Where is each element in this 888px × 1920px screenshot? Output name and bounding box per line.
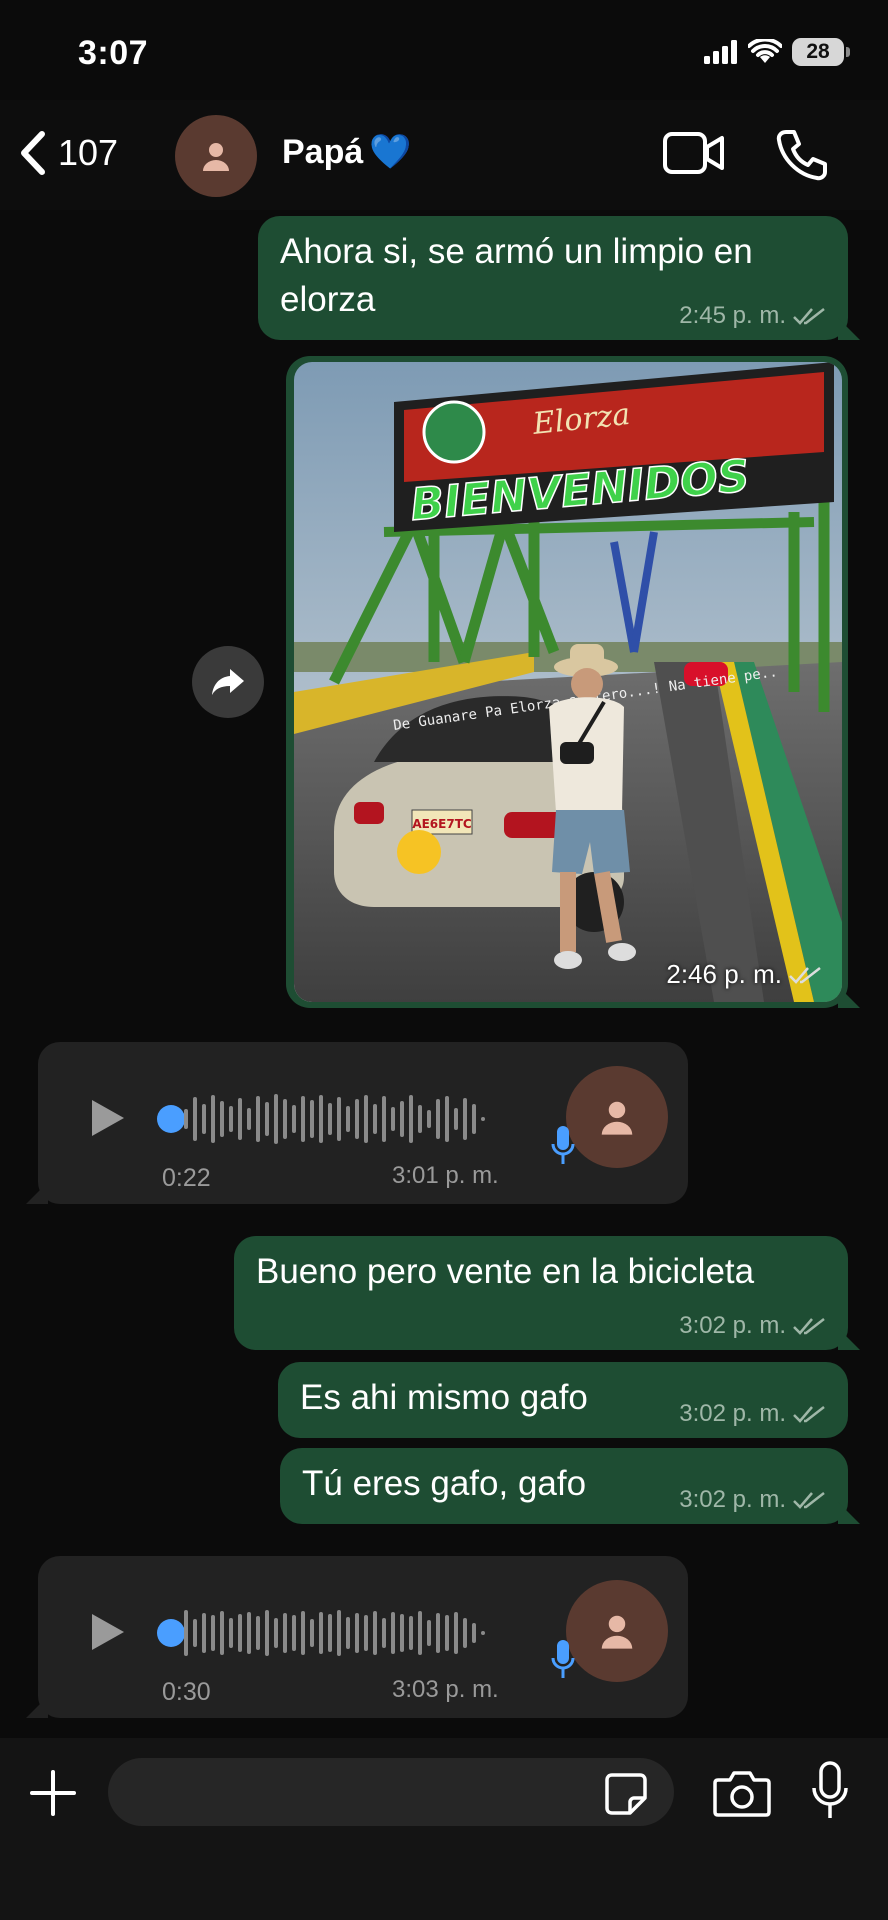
- message-time: 2:45 p. m.: [679, 302, 786, 329]
- signal-icon: [704, 40, 737, 64]
- message-time: 3:03 p. m.: [392, 1676, 499, 1703]
- mic-icon: [551, 1126, 575, 1164]
- phone-icon[interactable]: [774, 128, 828, 182]
- voice-waveform: [184, 1606, 485, 1660]
- message-text: Bueno pero vente en la bicicleta: [256, 1252, 755, 1291]
- message-text: Tú eres gafo, gafo: [302, 1464, 587, 1503]
- voice-scrubber[interactable]: [157, 1614, 185, 1647]
- message-time: 3:01 p. m.: [392, 1162, 499, 1189]
- voice-message-bubble[interactable]: 0:30 3:03 p. m.: [26, 1556, 688, 1718]
- message-input[interactable]: [108, 1758, 674, 1826]
- message-bubble[interactable]: Es ahi mismo gafo 3:02 p. m.: [278, 1362, 848, 1438]
- sender-avatar: [566, 1580, 668, 1682]
- contact-name: Papá: [282, 132, 364, 171]
- person-icon: [203, 143, 229, 171]
- message-meta: 3:02 p. m.: [679, 1312, 826, 1340]
- wifi-icon: [748, 39, 782, 63]
- license-plate: AE6E7TC: [412, 817, 472, 831]
- contact-avatar[interactable]: [175, 115, 257, 197]
- message-bubble[interactable]: Ahora si, se armó un limpio en elorza 2:…: [258, 216, 860, 340]
- mic-icon[interactable]: [810, 1760, 850, 1822]
- read-receipt-icon: [793, 308, 825, 325]
- contact-name-button[interactable]: Papá 💙: [282, 132, 412, 172]
- message-meta: 3:02 p. m.: [679, 1400, 826, 1428]
- person-icon: [601, 1615, 633, 1649]
- forward-button[interactable]: [192, 646, 264, 718]
- voice-duration: 0:30: [162, 1678, 211, 1706]
- message-bubble[interactable]: Bueno pero vente en la bicicleta 3:02 p.…: [234, 1236, 860, 1350]
- message-meta: 2:45 p. m.: [679, 302, 826, 330]
- camera-icon[interactable]: [712, 1768, 772, 1818]
- message-meta: 3:02 p. m.: [679, 1486, 826, 1514]
- message-time: 3:02 p. m.: [679, 1400, 786, 1427]
- read-receipt-icon: [789, 966, 821, 984]
- unread-count: 107: [58, 132, 119, 173]
- battery-indicator: 28: [792, 38, 850, 66]
- contact-emoji: 💙: [369, 132, 412, 172]
- read-receipt-icon: [793, 1406, 825, 1423]
- mic-icon: [551, 1640, 575, 1678]
- sender-avatar: [566, 1066, 668, 1168]
- status-icons: 28: [704, 38, 850, 66]
- voice-duration: 0:22: [162, 1164, 211, 1192]
- plus-icon[interactable]: [28, 1768, 78, 1818]
- message-bubble[interactable]: Tú eres gafo, gafo 3:02 p. m.: [280, 1448, 860, 1524]
- message-text: Es ahi mismo gafo: [300, 1378, 588, 1417]
- message-time: 3:02 p. m.: [679, 1312, 786, 1339]
- play-icon[interactable]: [90, 1098, 126, 1138]
- voice-waveform: [184, 1092, 485, 1146]
- voice-scrubber[interactable]: [157, 1100, 185, 1133]
- back-icon: [21, 131, 45, 175]
- voice-message-bubble[interactable]: 0:22 3:01 p. m.: [26, 1042, 688, 1204]
- back-button[interactable]: 107: [18, 130, 118, 176]
- photo-meta: 2:46 p. m.: [666, 959, 822, 990]
- read-receipt-icon: [793, 1318, 825, 1335]
- chat-header: [0, 100, 888, 210]
- play-icon[interactable]: [90, 1612, 126, 1652]
- photo-scene: Elorza BIENVENIDOS De Guanare Pa Elorza …: [294, 362, 842, 1002]
- sticker-icon[interactable]: [604, 1772, 648, 1816]
- person-icon: [601, 1101, 633, 1135]
- message-time: 2:46 p. m.: [666, 959, 782, 989]
- read-receipt-icon: [793, 1492, 825, 1509]
- forward-icon: [212, 669, 244, 695]
- video-icon[interactable]: [662, 130, 726, 176]
- message-photo[interactable]: Elorza BIENVENIDOS De Guanare Pa Elorza …: [294, 362, 842, 1002]
- message-time: 3:02 p. m.: [679, 1486, 786, 1513]
- status-time: 3:07: [78, 34, 149, 72]
